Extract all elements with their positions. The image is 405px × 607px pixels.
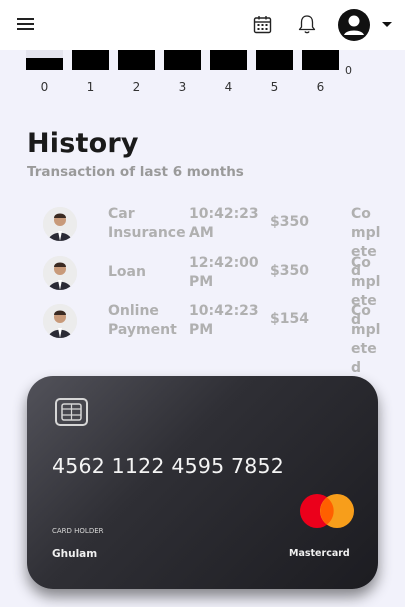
- x-axis-tick-label: 2: [132, 80, 141, 94]
- x-axis-tick-label: 4: [224, 80, 233, 94]
- bar: [256, 50, 293, 70]
- mastercard-logo-icon: [300, 494, 354, 528]
- bar-chart: 0 1 2 3 4 5 6 0: [0, 50, 405, 100]
- user-photo-icon: [43, 256, 77, 290]
- x-axis-tick-label: 3: [178, 80, 187, 94]
- bar: [302, 50, 339, 70]
- bell-icon[interactable]: [297, 14, 317, 35]
- transaction-time: 10:42:23 PM: [189, 303, 259, 338]
- transaction-amount: $350: [270, 214, 309, 230]
- user-avatar-icon[interactable]: [338, 9, 370, 41]
- transaction-type: Loan: [108, 264, 146, 280]
- bar-segment-light: [26, 50, 63, 58]
- x-axis-tick-label: 6: [316, 80, 325, 94]
- card-holder-label: CARD HOLDER: [52, 527, 104, 535]
- x-axis-tick-label: 0: [40, 80, 49, 94]
- caret-down-icon[interactable]: [382, 22, 392, 27]
- bar: [210, 50, 247, 70]
- user-photo-icon: [43, 207, 77, 241]
- transaction-time: 10:42:23 AM: [189, 206, 259, 241]
- history-title: History: [27, 128, 139, 159]
- y-axis-tick-label: 0: [345, 64, 352, 77]
- history-subtitle: Transaction of last 6 months: [27, 164, 244, 180]
- transaction-amount: $154: [270, 311, 309, 327]
- x-axis-tick-label: 5: [270, 80, 279, 94]
- bar: [26, 58, 63, 70]
- x-axis-tick-label: 1: [86, 80, 95, 94]
- transaction-amount: $350: [270, 263, 309, 279]
- bar: [118, 50, 155, 70]
- bar: [164, 50, 201, 70]
- user-photo-icon: [43, 304, 77, 338]
- card-holder-name: Ghulam: [52, 548, 98, 560]
- transaction-row[interactable]: Loan 12:42:00 PM $350 Completed: [0, 249, 405, 328]
- transaction-type: Car Insurance: [108, 206, 186, 241]
- credit-card[interactable]: 4562 1122 4595 7852 CARD HOLDER Ghulam M…: [27, 376, 378, 589]
- transaction-row[interactable]: Car Insurance 10:42:23 AM $350 Completed: [0, 200, 405, 279]
- bar: [72, 50, 109, 70]
- transaction-row[interactable]: Online Payment 10:42:23 PM $154 Complete…: [0, 297, 405, 376]
- card-chip-icon: [55, 398, 88, 426]
- calendar-icon[interactable]: [253, 15, 272, 34]
- transaction-status: Completed: [351, 303, 381, 376]
- transaction-time: 12:42:00 PM: [189, 255, 259, 290]
- transaction-type: Online Payment: [108, 303, 177, 338]
- top-navigation-bar: [0, 0, 405, 50]
- card-brand-label: Mastercard: [289, 548, 350, 559]
- card-number: 4562 1122 4595 7852: [52, 454, 285, 478]
- hamburger-menu-icon[interactable]: [17, 17, 34, 31]
